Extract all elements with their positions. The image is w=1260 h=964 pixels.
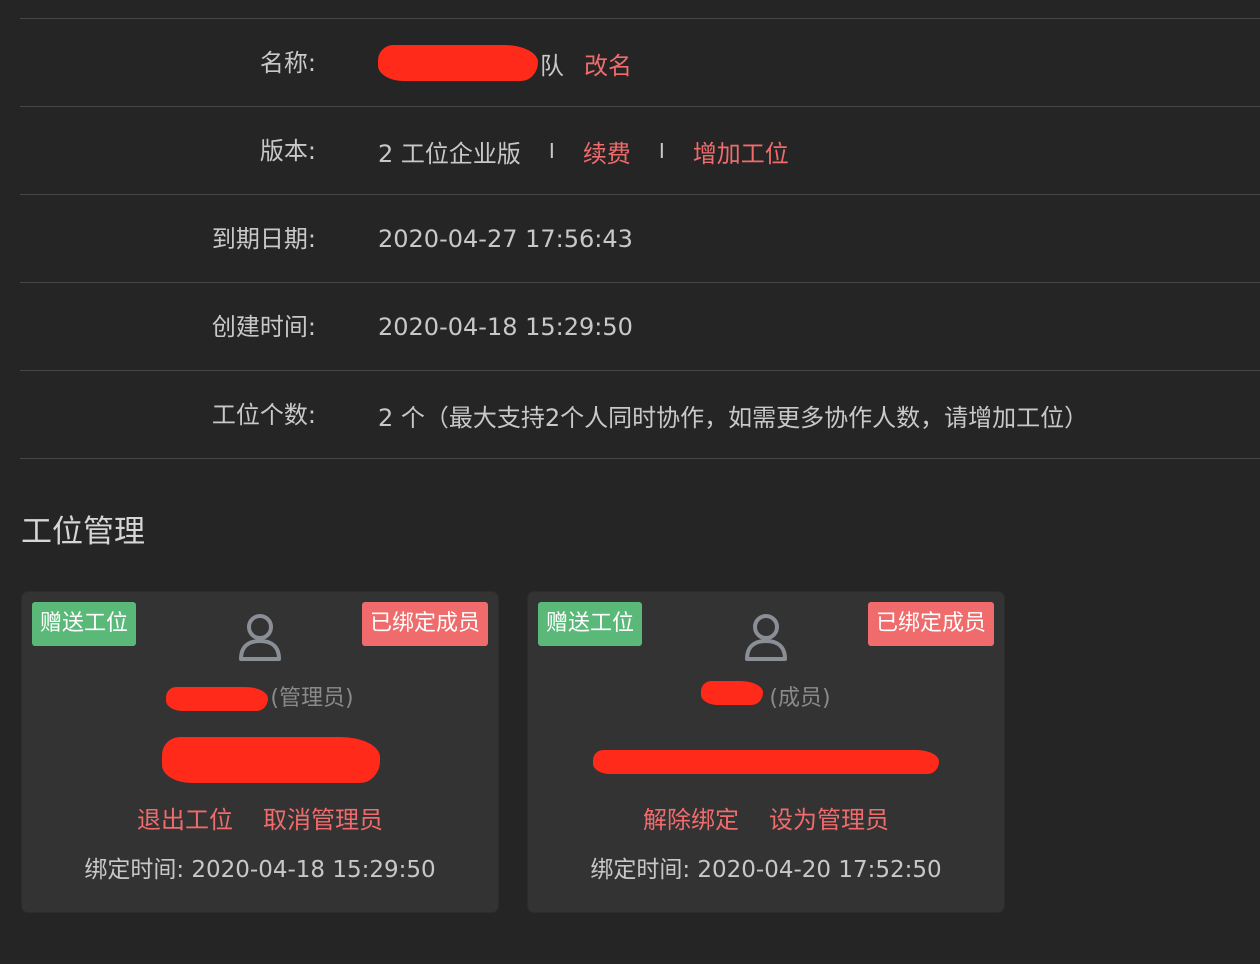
user-avatar-icon: [745, 614, 787, 661]
user-avatar-icon: [239, 614, 281, 661]
bind-time: 绑定时间: 2020-04-20 17:52:50: [590, 857, 942, 883]
rename-link[interactable]: 改名: [584, 46, 632, 81]
member-name-line: (管理员): [22, 678, 498, 714]
member-role: (成员): [769, 686, 831, 711]
section-title-seat-management: 工位管理: [21, 514, 145, 550]
separator: I: [658, 139, 665, 163]
redaction-mark: [701, 681, 764, 705]
redaction-mark: [378, 45, 538, 81]
seats-value: 2 个（最大支持2个人同时协作，如需更多协作人数，请增加工位）: [378, 403, 1089, 432]
name-label: 名称:: [259, 49, 316, 77]
member-contact-line: [22, 737, 498, 783]
redaction-mark: [593, 750, 939, 774]
seat-card: 赠送工位 已绑定成员 (成员) 解除绑定 设为管理员 绑定时间: 2020-04…: [528, 592, 1004, 912]
remove-admin-link[interactable]: 取消管理员: [263, 800, 383, 835]
version-value: 2 工位企业版 I 续费 I 增加工位: [378, 107, 789, 195]
seat-card: 赠送工位 已绑定成员 (管理员) 退出工位 取消管理员 绑定时间: 2020-0…: [22, 592, 498, 912]
name-value: 队 改名: [378, 19, 632, 107]
member-role: (管理员): [270, 686, 354, 711]
row-created: 创建时间: 2020-04-18 15:29:50: [20, 283, 1260, 371]
row-expire: 到期日期: 2020-04-27 17:56:43: [20, 195, 1260, 283]
team-name-suffix: 队: [540, 51, 564, 80]
row-name: 名称: 队 改名: [20, 19, 1260, 107]
row-version: 版本: 2 工位企业版 I 续费 I 增加工位: [20, 107, 1260, 195]
row-seats: 工位个数: 2 个（最大支持2个人同时协作，如需更多协作人数，请增加工位）: [20, 371, 1260, 459]
version-label: 版本:: [259, 137, 316, 165]
seats-label: 工位个数:: [211, 401, 316, 429]
gift-seat-tag: 赠送工位: [538, 602, 643, 646]
bound-member-tag: 已绑定成员: [361, 602, 488, 646]
created-label: 创建时间:: [211, 313, 316, 341]
expire-value: 2020-04-27 17:56:43: [378, 225, 633, 253]
created-value: 2020-04-18 15:29:50: [378, 313, 633, 341]
unbind-link[interactable]: 解除绑定: [643, 800, 739, 835]
seat-actions: 退出工位 取消管理员: [22, 800, 498, 835]
add-seat-link[interactable]: 增加工位: [693, 134, 789, 169]
version-text: 2 工位企业版: [378, 139, 521, 168]
team-info-table: 名称: 队 改名 版本: 2 工位企业版 I 续费 I 增加工位 到期日期: 2…: [20, 18, 1260, 459]
bind-time: 绑定时间: 2020-04-18 15:29:50: [84, 857, 436, 883]
expire-label: 到期日期:: [211, 225, 316, 253]
member-name-line: (成员): [528, 678, 1004, 714]
separator: I: [548, 139, 555, 163]
member-contact-line: [528, 740, 1004, 780]
leave-seat-link[interactable]: 退出工位: [137, 800, 233, 835]
bound-member-tag: 已绑定成员: [867, 602, 994, 646]
set-admin-link[interactable]: 设为管理员: [769, 800, 889, 835]
seat-actions: 解除绑定 设为管理员: [528, 800, 1004, 835]
renew-link[interactable]: 续费: [583, 134, 631, 169]
redaction-mark: [166, 687, 269, 711]
team-settings-page: 名称: 队 改名 版本: 2 工位企业版 I 续费 I 增加工位 到期日期: 2…: [0, 0, 1260, 964]
gift-seat-tag: 赠送工位: [32, 602, 137, 646]
redaction-mark: [162, 737, 380, 783]
